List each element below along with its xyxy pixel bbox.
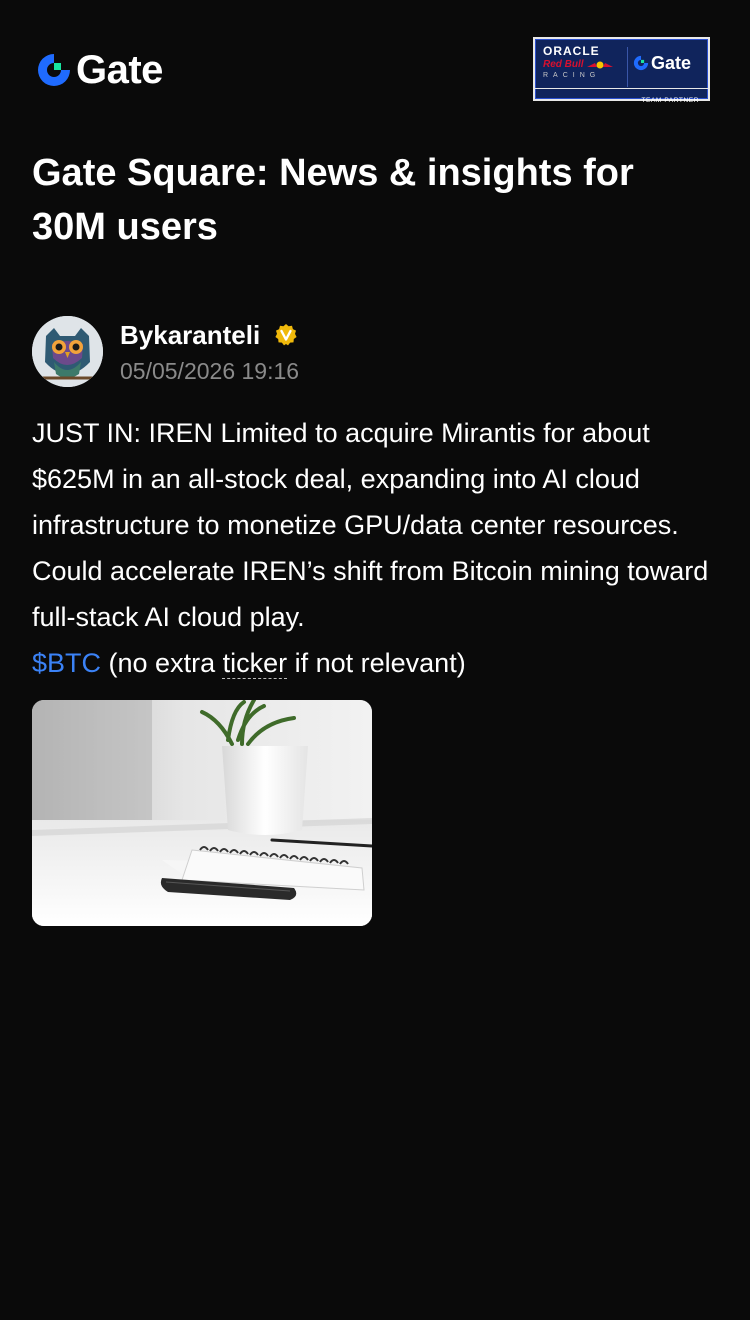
author-name[interactable]: Bykaranteli	[120, 318, 260, 352]
post-body-dotted-word: ticker	[222, 648, 288, 678]
verified-badge-icon	[275, 324, 297, 346]
team-partner-badge[interactable]: ORACLE Red Bull RACING Gate TEAM PARTNER	[533, 37, 710, 104]
post-body-suffix-1: (no extra	[101, 648, 223, 678]
header: Gate ORACLE Red Bull RACING Gate TEAM PA…	[0, 0, 750, 130]
post-body-suffix-2: if not relevant)	[287, 648, 466, 678]
partner-divider	[627, 47, 628, 87]
gate-logo-text: Gate	[76, 48, 163, 92]
oracle-redbull-racing-logo: ORACLE Red Bull RACING	[543, 45, 625, 81]
partner-gate-logo: Gate	[633, 53, 691, 73]
post-body: JUST IN: IREN Limited to acquire Miranti…	[32, 410, 722, 686]
racing-text: RACING	[543, 72, 601, 79]
gate-logo-icon	[38, 54, 70, 86]
page-title: Gate Square: News & insights for 30M use…	[32, 152, 634, 248]
redbull-text: Red Bull	[543, 59, 584, 70]
oracle-text: ORACLE	[543, 44, 600, 58]
partner-footer: TEAM PARTNER	[535, 88, 708, 104]
redbull-row: Red Bull	[543, 59, 625, 70]
post-body-text: JUST IN: IREN Limited to acquire Miranti…	[32, 418, 709, 632]
gate-logo[interactable]: Gate	[36, 48, 163, 92]
partner-gate-text: Gate	[651, 53, 692, 73]
post-timestamp: 05/05/2026 19:16	[120, 358, 300, 384]
desk-photo-image	[32, 700, 372, 926]
post-image[interactable]	[32, 700, 372, 926]
team-partner-label: TEAM PARTNER	[641, 97, 699, 104]
ticker-link-btc[interactable]: $BTC	[32, 648, 101, 678]
gate-small-logo-icon	[633, 55, 649, 71]
redbull-bulls-icon	[586, 61, 613, 68]
owl-avatar-icon	[32, 316, 103, 387]
avatar[interactable]	[32, 316, 103, 387]
